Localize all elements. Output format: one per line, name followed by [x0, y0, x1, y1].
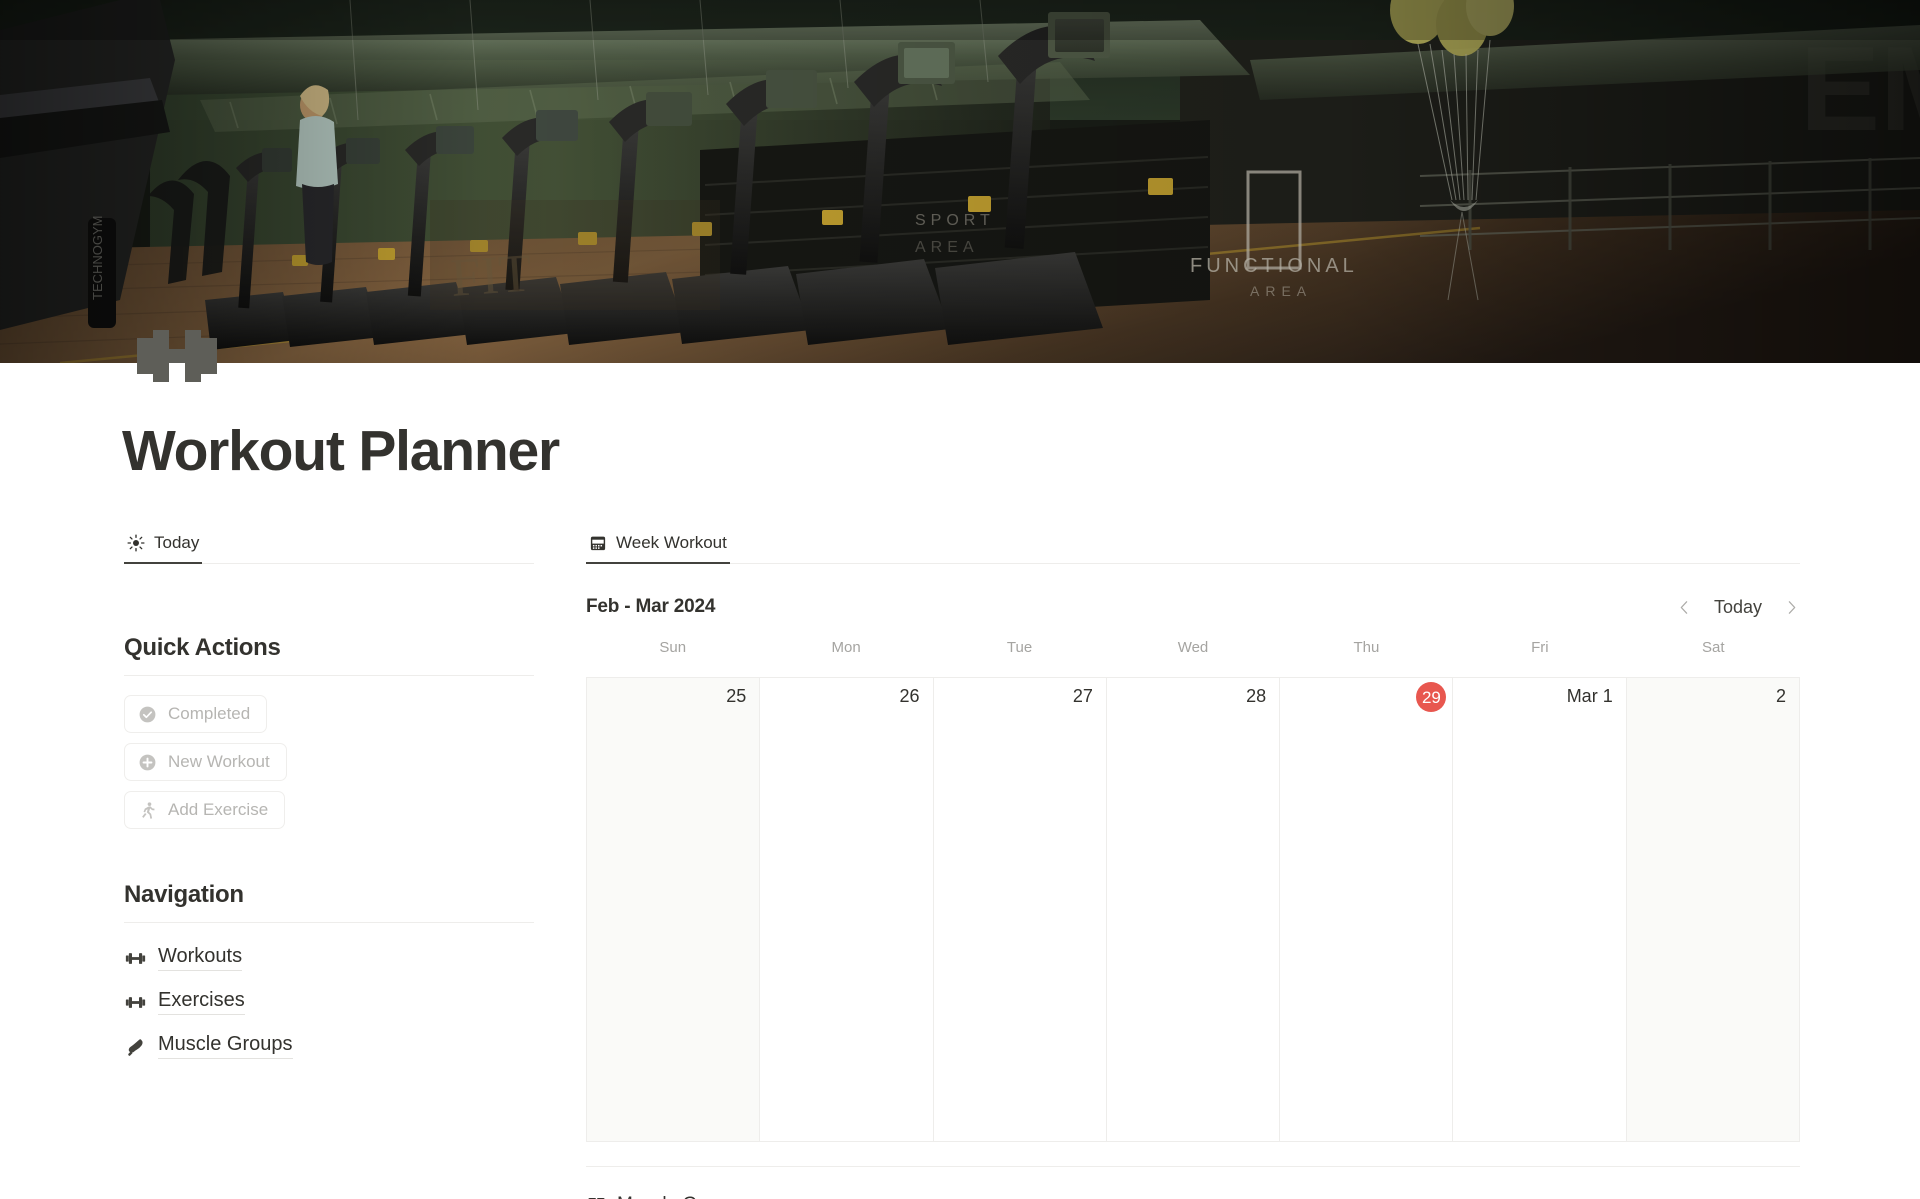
calendar-today-button[interactable]: Today: [1714, 597, 1762, 618]
nav-muscle-groups-label: Muscle Groups: [158, 1033, 293, 1059]
add-exercise-label: Add Exercise: [168, 800, 269, 819]
completed-button[interactable]: Completed: [124, 695, 268, 733]
calendar-bottom-divider: [586, 1166, 1800, 1167]
day-header-sun: Sun: [659, 639, 687, 656]
tab-today-label: Today: [154, 533, 200, 552]
tab-week-workout[interactable]: Week Workout: [586, 533, 730, 564]
quick-actions-heading: Quick Actions: [124, 634, 281, 661]
add-exercise-button[interactable]: Add Exercise: [124, 791, 286, 829]
calendar-day-cell[interactable]: 28: [1106, 678, 1281, 1141]
dumbbell-icon: [124, 947, 146, 969]
quick-actions-divider: [124, 675, 534, 676]
calendar-day-cell[interactable]: 26: [760, 678, 934, 1141]
navigation-heading: Navigation: [124, 881, 244, 908]
nav-item-muscle-groups[interactable]: Muscle Groups: [124, 1033, 534, 1059]
tab-week-workout-label: Week Workout: [616, 533, 727, 552]
day-number: 2: [1775, 686, 1786, 706]
calendar-range-label: Feb - Mar 2024: [586, 596, 716, 617]
day-header-wed: Wed: [1177, 639, 1209, 656]
new-workout-label: New Workout: [168, 752, 270, 771]
calendar-week-grid: 25 26 27 28 29 Mar 1 2: [586, 677, 1800, 1142]
day-number: Mar 1: [1566, 686, 1613, 706]
day-header-mon: Mon: [831, 639, 861, 656]
calendar-nav-controls: Today: [1676, 595, 1800, 619]
quick-actions-section: Quick Actions Completed New Workout Add …: [124, 634, 534, 829]
check-circle-icon: [138, 705, 157, 724]
app-root: EM: [0, 0, 1920, 1199]
right-tabbar: Week Workout: [586, 520, 1800, 564]
muscle-leg-icon: [124, 1035, 146, 1057]
dumbbell-glyph: [137, 330, 217, 382]
new-workout-button[interactable]: New Workout: [124, 743, 287, 781]
nav-workouts-label: Workouts: [158, 945, 243, 971]
muscle-groups-link-label: Muscle Groups: [617, 1194, 745, 1199]
left-tabbar: Today: [124, 520, 534, 564]
day-header-fri: Fri: [1531, 639, 1549, 656]
calendar-header: Feb - Mar 2024 Today: [586, 591, 1800, 623]
day-number-today-badge: 29: [1416, 682, 1447, 712]
day-header-thu: Thu: [1353, 639, 1380, 656]
sun-icon: [127, 534, 145, 552]
grid-gallery-icon: [586, 1195, 606, 1199]
day-number: 25: [726, 686, 747, 706]
calendar-day-cell[interactable]: 27: [933, 678, 1107, 1141]
dumbbell-icon: [131, 325, 223, 387]
tab-today[interactable]: Today: [124, 533, 203, 564]
calendar-day-cell[interactable]: 2: [1626, 678, 1800, 1141]
day-number: 27: [1072, 686, 1093, 706]
nav-item-exercises[interactable]: Exercises: [124, 989, 534, 1015]
muscle-groups-link[interactable]: Muscle Groups: [586, 1194, 1800, 1199]
calendar-day-cell-today[interactable]: 29: [1280, 678, 1454, 1141]
plus-circle-icon: [138, 753, 157, 772]
calendar-day-cell[interactable]: Mar 1: [1453, 678, 1627, 1141]
chevron-left-icon[interactable]: [1676, 595, 1694, 619]
right-panel: Week Workout Feb - Mar 2024 Today Sun Mo…: [586, 520, 1800, 1199]
day-header-sat: Sat: [1702, 639, 1725, 656]
quick-actions-list: Completed New Workout Add Exercise: [124, 695, 534, 829]
calendar-day-cell[interactable]: 25: [587, 678, 761, 1141]
day-number: 26: [899, 686, 920, 706]
calendar-icon: [589, 534, 607, 552]
left-panel: Today Quick Actions Completed New Workou…: [124, 520, 534, 1059]
day-header-tue: Tue: [1006, 639, 1033, 656]
navigation-divider: [124, 922, 534, 923]
running-person-icon: [138, 801, 157, 820]
gym-interior-illustration: EM: [0, 0, 1920, 363]
navigation-list: Workouts Exercises Muscle Groups: [124, 945, 534, 1059]
completed-label: Completed: [168, 704, 251, 723]
nav-exercises-label: Exercises: [158, 989, 245, 1015]
hero-banner-image: EM: [0, 0, 1920, 363]
chevron-right-icon[interactable]: [1782, 595, 1800, 619]
calendar-day-headers: Sun Mon Tue Wed Thu Fri Sat: [586, 639, 1800, 669]
nav-item-workouts[interactable]: Workouts: [124, 945, 534, 971]
navigation-section: Navigation Workouts Exercises Muscle Gro…: [124, 881, 534, 1059]
day-number: 28: [1246, 686, 1267, 706]
page-title: Workout Planner: [122, 419, 560, 483]
dumbbell-icon: [124, 991, 146, 1013]
